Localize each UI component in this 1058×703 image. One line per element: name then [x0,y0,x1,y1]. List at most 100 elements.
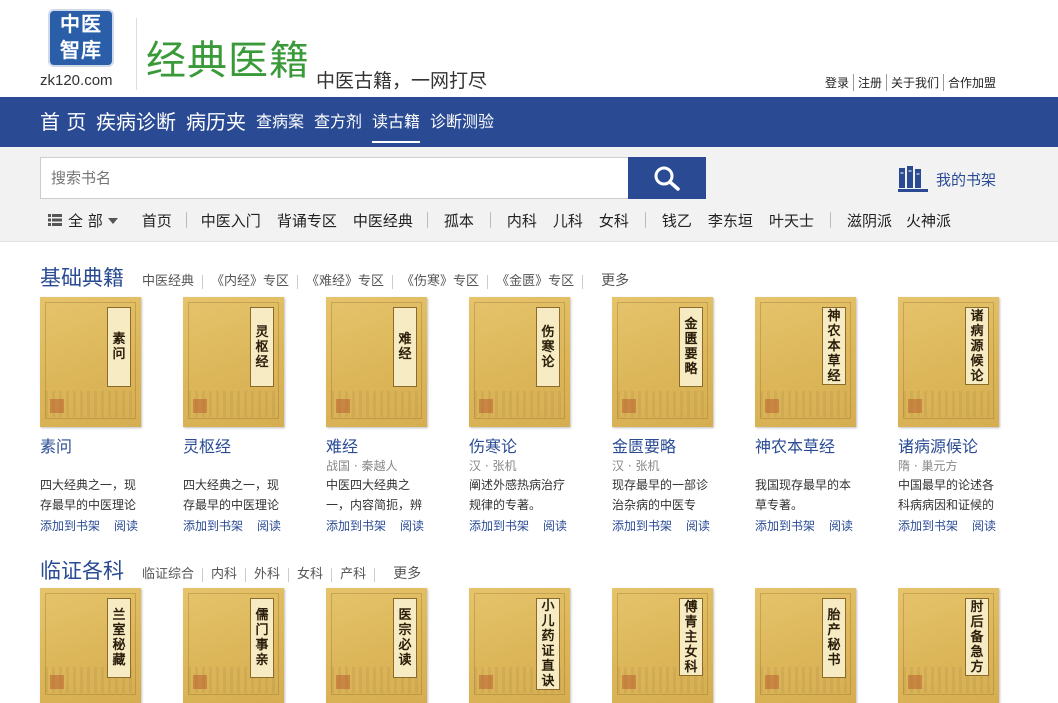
nav-cases[interactable]: 查病案 [256,97,304,147]
category-item[interactable]: 背诵专区 [277,210,337,231]
nav-quiz[interactable]: 诊断测验 [430,97,494,147]
cover-title-char: 候 [970,353,984,369]
add-to-shelf-link[interactable]: 添加到书架 [326,519,386,533]
about-link[interactable]: 关于我们 [885,74,943,91]
logo-url[interactable]: zk120.com [40,72,113,89]
category-item[interactable]: 首页 [142,210,172,231]
cover-title-strip: 肘后备急方 [965,598,989,676]
category-item[interactable]: 中医入门 [201,210,261,231]
section-tab[interactable]: 《难经》专区 [298,275,394,289]
category-item[interactable]: 儿科 [553,210,583,231]
category-item[interactable]: 李东垣 [708,210,753,231]
book-cover[interactable]: 兰室秘藏 [40,588,141,703]
add-to-shelf-link[interactable]: 添加到书架 [898,519,958,533]
book-cover[interactable]: 诸病源候论 [898,297,999,427]
main-nav: 首 页 疾病诊断 病历夹 查病案 查方剂 读古籍 诊断测验 [0,97,1058,147]
book-cover[interactable]: 素问 [40,297,141,427]
login-link[interactable]: 登录 [821,74,853,91]
my-bookshelf-link[interactable]: 我的书架 [898,165,996,193]
cover-title-char: 药 [541,629,555,644]
register-link[interactable]: 注册 [852,74,886,91]
add-to-shelf-link[interactable]: 添加到书架 [612,519,672,533]
search-icon [654,166,680,191]
book-cover[interactable]: 医宗必读 [326,588,427,703]
book-cover[interactable]: 傅青主女科 [612,588,713,703]
search-button[interactable] [628,157,706,199]
book-title[interactable]: 难经 [326,433,358,457]
cover-title-char: 匮 [684,332,698,347]
read-link[interactable]: 阅读 [972,519,996,533]
cover-title-char: 金 [684,317,698,332]
category-all-dropdown[interactable]: 全 部 [68,210,118,231]
book-cover[interactable]: 小儿药证直诀 [469,588,570,703]
add-to-shelf-link[interactable]: 添加到书架 [755,519,815,533]
book-cover[interactable]: 肘后备急方 [898,588,999,703]
add-to-shelf-link[interactable]: 添加到书架 [469,519,529,533]
nav-diagnosis[interactable]: 疾病诊断 [96,97,176,147]
book-title[interactable]: 诸病源候论 [898,433,978,457]
read-link[interactable]: 阅读 [829,519,853,533]
category-item[interactable]: 火神派 [906,210,951,231]
section-tab[interactable]: 《伤寒》专区 [393,275,489,289]
top-links: 登录 注册 关于我们 合作加盟 [821,74,1000,91]
category-item[interactable]: 钱乙 [662,210,692,231]
book-title[interactable]: 灵枢经 [183,433,231,457]
cover-title-char: 儒 [255,608,269,623]
section-tab[interactable]: 内科 [203,568,247,582]
cover-title-char: 医 [398,608,412,623]
cover-title-strip: 儒门事亲 [250,598,274,678]
read-link[interactable]: 阅读 [400,519,424,533]
nav-records[interactable]: 病历夹 [186,97,246,147]
logo[interactable]: 中医 智库 [48,9,114,67]
book-title[interactable]: 素问 [40,433,72,457]
cover-title-char: 素 [112,332,126,347]
book-cover[interactable]: 胎产秘书 [755,588,856,703]
section-tab[interactable]: 女科 [289,568,333,582]
add-to-shelf-link[interactable]: 添加到书架 [40,519,100,533]
cover-title-char: 备 [970,629,984,645]
category-item[interactable]: 滋阴派 [847,210,892,231]
section-tab[interactable]: 临证综合 [134,568,204,582]
cover-title-char: 小 [541,599,555,614]
more-link[interactable]: 更多 [375,567,429,581]
book-cover[interactable]: 儒门事亲 [183,588,284,703]
cover-title-char: 诸 [970,308,984,324]
section-tab[interactable]: 《内经》专区 [203,275,299,289]
section-tab[interactable]: 外科 [246,568,290,582]
book-title[interactable]: 伤寒论 [469,433,517,457]
category-item[interactable]: 叶天士 [769,210,814,231]
category-item[interactable]: 内科 [507,210,537,231]
read-link[interactable]: 阅读 [257,519,281,533]
section-tab[interactable]: 中医经典 [134,275,204,289]
book-cover[interactable]: 难经 [326,297,427,427]
category-item[interactable]: 中医经典 [353,210,413,231]
nav-prescriptions[interactable]: 查方剂 [314,97,362,147]
cover-title-char: 急 [970,644,984,660]
list-menu-icon [48,214,62,226]
more-link[interactable]: 更多 [583,274,637,288]
cover-seal [908,675,922,689]
book-cover[interactable]: 伤寒论 [469,297,570,427]
book-cover[interactable]: 神农本草经 [755,297,856,427]
search-input[interactable] [40,157,628,199]
book-cover[interactable]: 灵枢经 [183,297,284,427]
category-all-label: 全 部 [68,211,103,230]
nav-classics[interactable]: 读古籍 [372,97,421,147]
add-to-shelf-link[interactable]: 添加到书架 [183,519,243,533]
read-link[interactable]: 阅读 [686,519,710,533]
read-link[interactable]: 阅读 [543,519,567,533]
book-cover[interactable]: 金匮要略 [612,297,713,427]
section-tab[interactable]: 产科 [332,568,376,582]
logo-text-line1: 中医 [60,12,102,36]
nav-home[interactable]: 首 页 [40,97,86,147]
cover-title-char: 读 [398,653,412,668]
book-title[interactable]: 神农本草经 [755,433,835,457]
partner-link[interactable]: 合作加盟 [942,74,1000,91]
read-link[interactable]: 阅读 [114,519,138,533]
section-tab[interactable]: 《金匮》专区 [488,275,584,289]
cover-seal [622,399,636,413]
category-item[interactable]: 孤本 [444,210,474,231]
book-title[interactable]: 金匮要略 [612,433,676,457]
category-item[interactable]: 女科 [599,210,629,231]
cover-title-char: 诀 [541,674,555,689]
